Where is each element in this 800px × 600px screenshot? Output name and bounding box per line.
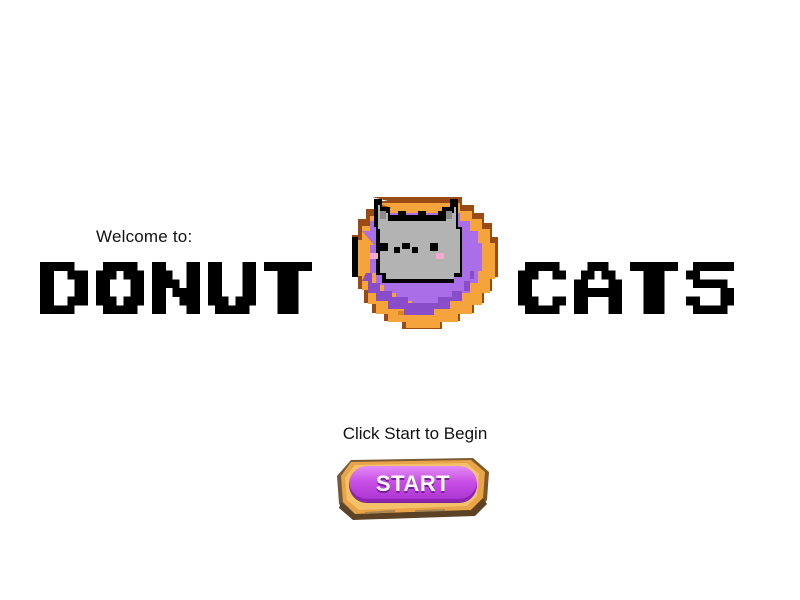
title-letter-s	[686, 262, 734, 314]
start-button[interactable]: START	[335, 456, 491, 522]
title-letter-d	[40, 262, 88, 314]
title-letter-t	[264, 262, 312, 314]
title-word-cats	[518, 262, 734, 314]
welcome-label: Welcome to:	[96, 227, 193, 246]
donut-cat-icon	[332, 187, 508, 353]
title-letter-n	[152, 262, 200, 314]
title-letter-o	[96, 262, 144, 314]
title-word-donut	[40, 262, 312, 314]
title-letter-a	[574, 262, 622, 314]
start-prompt-text: Click Start to Begin	[342, 424, 488, 443]
start-button-label: START	[375, 471, 451, 496]
start-button-pill[interactable]: START	[349, 466, 477, 502]
title-letter-t	[630, 262, 678, 314]
title-letter-c	[518, 262, 566, 314]
title-letter-u	[208, 262, 256, 314]
